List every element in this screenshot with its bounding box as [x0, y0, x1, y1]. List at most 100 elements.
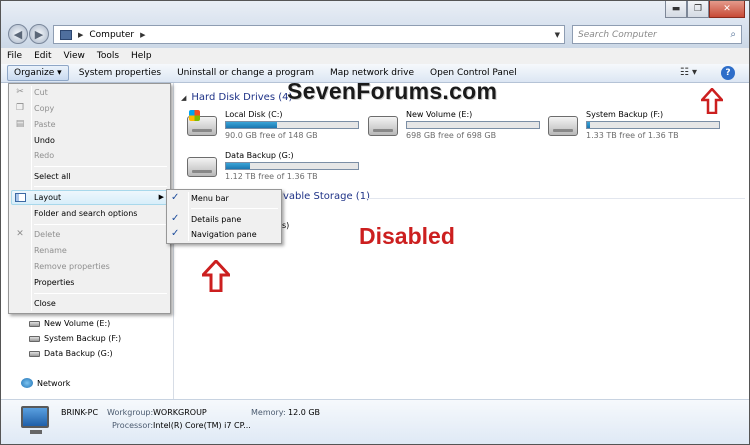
delete-icon: ✕	[16, 229, 24, 239]
drive-usage-fill	[226, 163, 250, 169]
checkmark-icon: ✓	[171, 228, 180, 239]
group-title: vable Storage (1)	[283, 191, 370, 202]
checkmark-icon: ✓	[171, 213, 180, 224]
organize-button[interactable]: Organize ▾	[7, 65, 69, 81]
computer-monitor-icon	[21, 406, 49, 428]
submenu-item-details-pane[interactable]: Details pane	[191, 215, 241, 224]
drive-free-space: 1.12 TB free of 1.36 TB	[225, 172, 318, 181]
drive-f[interactable]: System Backup (F:) 1.33 TB free of 1.36 …	[548, 110, 724, 142]
checkmark-icon: ✓	[171, 192, 180, 203]
drive-name: System Backup (F:)	[586, 110, 664, 119]
nav-item-data-backup[interactable]: Data Backup (G:)	[29, 349, 113, 358]
menu-item-paste: Paste	[34, 120, 56, 129]
nav-item-new-volume[interactable]: New Volume (E:)	[29, 319, 110, 328]
drive-icon	[29, 335, 40, 342]
breadcrumb-arrow-icon[interactable]: ▶	[140, 31, 145, 39]
drive-usage-bar	[586, 121, 720, 129]
memory-value: 12.0 GB	[288, 408, 321, 417]
menu-file[interactable]: File	[7, 51, 22, 61]
minimize-button[interactable]: ▬	[665, 1, 687, 18]
menu-edit[interactable]: Edit	[34, 51, 51, 61]
hard-drive-icon	[368, 116, 398, 136]
drive-usage-fill	[587, 122, 590, 128]
processor-label: Processor:	[112, 421, 154, 430]
address-dropdown-icon[interactable]: ▼	[555, 31, 560, 39]
menu-item-properties[interactable]: Properties	[34, 278, 74, 287]
collapse-triangle-icon[interactable]: ◢	[181, 94, 186, 102]
drive-usage-bar	[406, 121, 540, 129]
back-arrow-icon: ◀	[13, 27, 23, 41]
group-title: Hard Disk Drives (4)	[191, 92, 293, 103]
menu-item-redo: Redo	[34, 151, 55, 160]
menu-separator	[34, 166, 167, 167]
nav-item-label: System Backup (F:)	[44, 334, 122, 343]
computer-name: BRINK-PC	[61, 408, 99, 417]
menu-separator	[34, 186, 167, 187]
title-bar: ▬ ❐ ✕ ◀ ▶ ▶ Computer ▶ ▼ Search Computer…	[1, 1, 749, 48]
search-placeholder: Search Computer	[578, 29, 657, 40]
back-button[interactable]: ◀	[8, 24, 28, 44]
menu-item-copy: Copy	[34, 104, 55, 113]
close-button[interactable]: ✕	[709, 1, 745, 18]
hard-drive-icon	[187, 157, 217, 177]
menu-item-undo[interactable]: Undo	[34, 136, 55, 145]
breadcrumb-computer[interactable]: Computer	[89, 30, 134, 40]
menu-separator	[34, 293, 167, 294]
group-header-removable[interactable]: vable Storage (1)	[283, 191, 370, 202]
search-icon[interactable]: ⌕	[730, 29, 736, 40]
explorer-window: ▬ ❐ ✕ ◀ ▶ ▶ Computer ▶ ▼ Search Computer…	[0, 0, 750, 445]
details-pane: BRINK-PC Workgroup: WORKGROUP Memory: 12…	[1, 399, 749, 444]
partial-item-label: s)	[282, 221, 290, 230]
drive-usage-bar	[225, 121, 359, 129]
group-header-hdd[interactable]: ◢ Hard Disk Drives (4)	[181, 92, 292, 103]
window-controls: ▬ ❐ ✕	[665, 1, 745, 19]
breadcrumb-arrow-icon[interactable]: ▶	[78, 31, 83, 39]
menu-item-close[interactable]: Close	[34, 299, 56, 308]
nav-item-network[interactable]: Network	[21, 378, 70, 388]
menu-item-select-all[interactable]: Select all	[34, 172, 71, 181]
menu-item-folder-options[interactable]: Folder and search options	[34, 209, 137, 218]
menu-help[interactable]: Help	[131, 51, 152, 61]
submenu-item-navigation-pane[interactable]: Navigation pane	[191, 230, 257, 239]
menu-bar: File Edit View Tools Help	[1, 48, 749, 64]
annotation-disabled: Disabled	[359, 223, 455, 249]
nav-item-system-backup[interactable]: System Backup (F:)	[29, 334, 121, 343]
nav-item-label: Data Backup (G:)	[44, 349, 113, 358]
workgroup-label: Workgroup:	[107, 408, 154, 417]
menu-separator	[191, 208, 278, 209]
layout-icon	[15, 193, 26, 202]
layout-submenu: ✓ Menu bar ✓ Details pane ✓ Navigation p…	[166, 189, 282, 244]
submenu-item-menu-bar[interactable]: Menu bar	[191, 194, 229, 203]
nav-item-label: New Volume (E:)	[44, 319, 111, 328]
help-icon[interactable]: ?	[721, 66, 735, 80]
group-divider	[365, 198, 745, 199]
drive-c[interactable]: Local Disk (C:) 90.0 GB free of 148 GB	[187, 110, 363, 142]
menu-view[interactable]: View	[64, 51, 85, 61]
menu-gutter	[188, 192, 189, 241]
organize-menu: ✂ Cut ❐ Copy ▤ Paste Undo Redo Select al…	[8, 83, 171, 314]
menu-item-layout[interactable]: Layout	[34, 193, 61, 202]
cut-icon: ✂	[16, 87, 24, 97]
menu-tools[interactable]: Tools	[97, 51, 119, 61]
drive-icon	[29, 320, 40, 327]
submenu-arrow-icon: ▶	[158, 193, 164, 201]
drive-g[interactable]: Data Backup (G:) 1.12 TB free of 1.36 TB	[187, 151, 363, 183]
menu-separator	[34, 224, 167, 225]
maximize-button[interactable]: ❐	[687, 1, 709, 18]
nav-item-label: Network	[37, 378, 71, 388]
search-input[interactable]: Search Computer ⌕	[572, 25, 742, 44]
watermark-text: SevenForums.com	[287, 78, 498, 104]
hard-drive-icon	[548, 116, 578, 136]
menu-item-cut: Cut	[34, 88, 48, 97]
forward-arrow-icon: ▶	[34, 27, 44, 41]
computer-icon	[60, 29, 72, 40]
address-bar[interactable]: ▶ Computer ▶ ▼	[53, 25, 565, 44]
system-properties-button[interactable]: System properties	[73, 66, 167, 80]
drive-e[interactable]: New Volume (E:) 698 GB free of 698 GB	[368, 110, 544, 142]
copy-icon: ❐	[15, 103, 25, 113]
drive-usage-fill	[226, 122, 278, 128]
paste-icon: ▤	[15, 119, 25, 129]
forward-button[interactable]: ▶	[29, 24, 49, 44]
drive-name: New Volume (E:)	[406, 110, 473, 119]
change-view-icon[interactable]: ☷ ▾	[680, 67, 697, 78]
